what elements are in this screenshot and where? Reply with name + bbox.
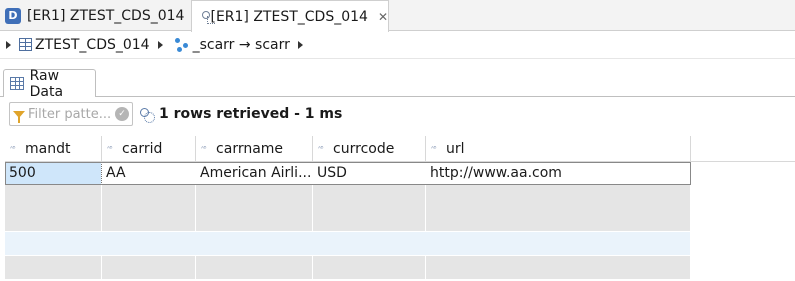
column-header-filler: [691, 136, 795, 162]
filter-icon: [13, 110, 25, 123]
column-header-label: url: [446, 140, 465, 157]
column-header-carrid[interactable]: ᴬᴮ carrid: [102, 136, 196, 162]
column-header-label: carrname: [216, 140, 284, 157]
cell-currcode[interactable]: USD: [313, 162, 426, 185]
panel-divider: [0, 96, 795, 97]
empty-row: [5, 185, 795, 208]
breadcrumb-association[interactable]: _scarr → scarr: [163, 37, 290, 53]
column-header-mandt[interactable]: ᴬᴮ mandt: [5, 136, 102, 162]
column-header-label: mandt: [25, 140, 71, 157]
text-type-icon: ᴬᴮ: [318, 144, 324, 153]
breadcrumb: ZTEST_CDS_014 _scarr → scarr: [0, 31, 795, 59]
cds-view-icon: [201, 10, 218, 24]
refresh-icon[interactable]: [139, 107, 155, 123]
association-icon: [174, 37, 189, 52]
editor-tab-bar: D [ER1] ZTEST_CDS_014 [ER1] ZTEST_CDS_01…: [0, 0, 795, 32]
cell-carrid[interactable]: AA: [102, 162, 196, 185]
editor-tab-1[interactable]: D [ER1] ZTEST_CDS_014: [0, 0, 190, 31]
filter-input[interactable]: [28, 106, 114, 122]
text-type-icon: ᴬᴮ: [431, 144, 437, 153]
text-type-icon: ᴬᴮ: [201, 144, 207, 153]
cell-url[interactable]: http://www.aa.com: [426, 162, 691, 185]
column-header-label: carrid: [122, 140, 163, 157]
text-type-icon: ᴬᴮ: [10, 144, 16, 153]
table-grid-icon: [10, 77, 24, 90]
tab-raw-data-label: Raw Data: [29, 67, 64, 100]
table-icon: [19, 38, 32, 51]
tab-raw-data[interactable]: Raw Data: [3, 67, 96, 100]
empty-row: [5, 208, 795, 231]
table-row[interactable]: 500 AA American Airli... USD http://www.…: [5, 162, 795, 185]
clear-filter-icon[interactable]: ✓: [115, 107, 129, 121]
ddic-d-icon: D: [5, 7, 21, 24]
breadcrumb-separator-icon[interactable]: [297, 40, 303, 49]
text-type-icon: ᴬᴮ: [107, 144, 113, 153]
editor-tab-2-label: [ER1] ZTEST_CDS_014: [210, 8, 368, 25]
breadcrumb-entity-label: ZTEST_CDS_014: [35, 36, 150, 53]
close-tab-icon[interactable]: ✕: [378, 10, 388, 24]
editor-tab-1-label: [ER1] ZTEST_CDS_014: [27, 7, 185, 24]
cell-carrname[interactable]: American Airli...: [196, 162, 313, 185]
cell-mandt[interactable]: 500: [5, 162, 102, 185]
filter-field[interactable]: ✓: [9, 102, 133, 126]
column-header-label: currcode: [333, 140, 395, 157]
breadcrumb-entity[interactable]: ZTEST_CDS_014: [11, 37, 150, 53]
column-header-url[interactable]: ᴬᴮ url: [426, 136, 691, 162]
column-header-currcode[interactable]: ᴬᴮ currcode: [313, 136, 426, 162]
empty-row: [5, 256, 795, 279]
column-header-carrname[interactable]: ᴬᴮ carrname: [196, 136, 313, 162]
empty-row: [5, 232, 795, 255]
breadcrumb-association-label: _scarr → scarr: [192, 36, 290, 53]
status-text: 1 rows retrieved - 1 ms: [159, 106, 343, 122]
editor-tab-2-active[interactable]: [ER1] ZTEST_CDS_014 ✕: [191, 0, 389, 32]
